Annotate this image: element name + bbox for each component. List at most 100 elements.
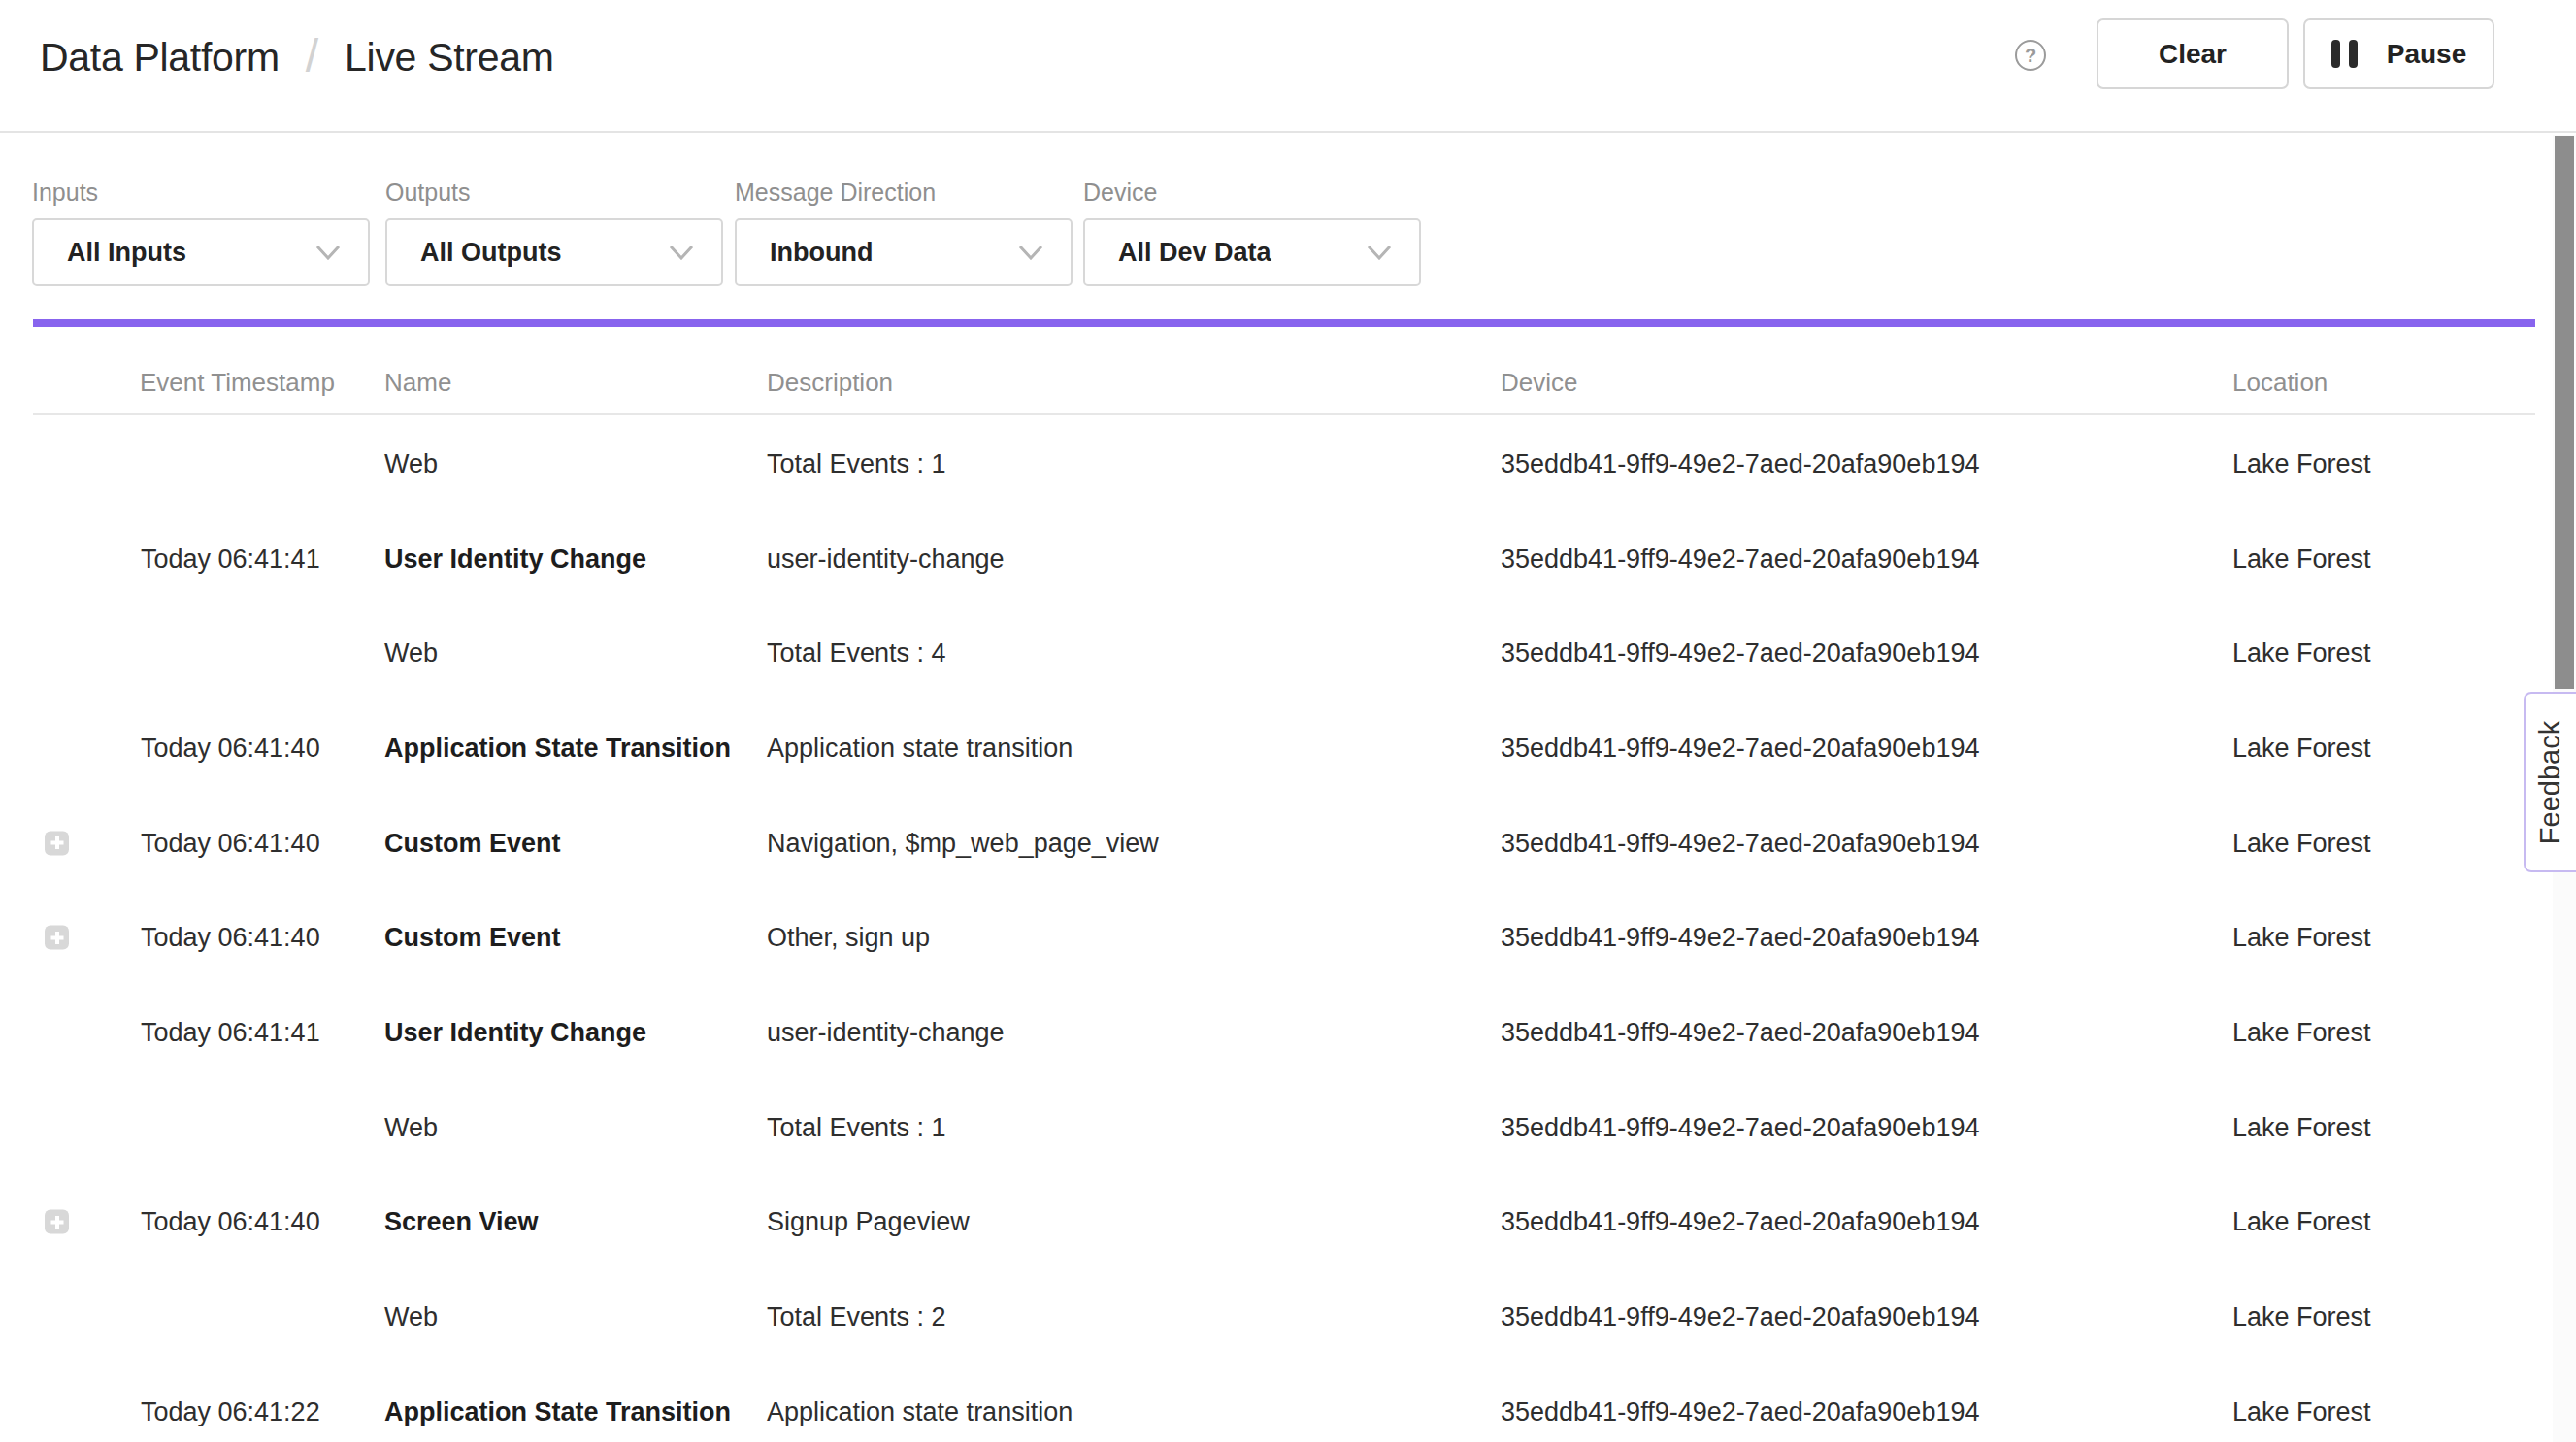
- clear-button[interactable]: Clear: [2097, 18, 2289, 89]
- breadcrumb-data-platform[interactable]: Data Platform: [40, 35, 280, 81]
- cell-name: Application State Transition: [384, 1396, 731, 1426]
- help-icon[interactable]: ?: [2015, 40, 2046, 71]
- column-header-event-timestamp: Event Timestamp: [140, 368, 335, 398]
- cell-location: Lake Forest: [2232, 923, 2371, 953]
- cell-timestamp: Today 06:41:40: [141, 733, 320, 763]
- table-row: Today 06:41:41 User Identity Change user-i…: [0, 511, 2576, 606]
- cell-timestamp: Today 06:41:40: [141, 1207, 320, 1237]
- cell-device: 35eddb41-9ff9-49e2-7aed-20afa90eb194: [1501, 448, 1979, 478]
- cell-description: user-identity-change: [767, 543, 1005, 574]
- accent-bar: [33, 319, 2535, 327]
- breadcrumb: Data Platform / Live Stream: [40, 0, 554, 115]
- cell-location: Lake Forest: [2232, 1017, 2371, 1047]
- cell-description: user-identity-change: [767, 1017, 1005, 1047]
- feedback-tab-label: Feedback: [2535, 720, 2567, 843]
- breadcrumb-separator: /: [306, 29, 318, 82]
- filter-label-device: Device: [1083, 179, 1157, 207]
- table-row: Web Total Events : 2 35eddb41-9ff9-49e2-7a…: [0, 1269, 2576, 1364]
- cell-name: Custom Event: [384, 923, 561, 953]
- feedback-tab[interactable]: Feedback: [2524, 692, 2576, 872]
- chevron-down-icon: [315, 245, 341, 260]
- filter-dropdown-outputs[interactable]: All Outputs: [385, 218, 723, 286]
- cell-location: Lake Forest: [2232, 1302, 2371, 1332]
- column-header-location: Location: [2232, 368, 2328, 398]
- cell-location: Lake Forest: [2232, 448, 2371, 478]
- table-row: Today 06:41:22 Application State Transiti…: [0, 1364, 2576, 1442]
- column-header-device: Device: [1501, 368, 1577, 398]
- filter-value: All Dev Data: [1118, 238, 1367, 268]
- filter-dropdown-inputs[interactable]: All Inputs: [32, 218, 370, 286]
- cell-device: 35eddb41-9ff9-49e2-7aed-20afa90eb194: [1501, 1302, 1979, 1332]
- table-row: Today 06:41:40 Custom Event Navigation, $m…: [0, 796, 2576, 891]
- cell-description: Total Events : 1: [767, 448, 946, 478]
- cell-name: Web: [384, 1112, 438, 1142]
- table-row: Today 06:41:40 Application State Transiti…: [0, 701, 2576, 796]
- table-row: WebTotal Events : 435eddb41-9ff9-49e2-7a…: [0, 606, 2576, 701]
- cell-device: 35eddb41-9ff9-49e2-7aed-20afa90eb194: [1501, 1207, 1979, 1237]
- cell-location: Lake Forest: [2232, 1396, 2371, 1426]
- cell-name: Web: [384, 448, 438, 478]
- cell-location: Lake Forest: [2232, 639, 2371, 669]
- table-row: Web Total Events : 1 35eddb41-9ff9-49e2-7a…: [0, 416, 2576, 511]
- filter-value: Inbound: [770, 238, 1018, 268]
- filter-value: All Outputs: [420, 238, 669, 268]
- cell-description: Navigation, $mp_web_page_view: [767, 828, 1159, 858]
- cell-device: 35eddb41-9ff9-49e2-7aed-20afa90eb194: [1501, 828, 1979, 858]
- cell-name: User Identity Change: [384, 1017, 646, 1047]
- cell-description: Signup Pageview: [767, 1207, 970, 1237]
- expand-plus-icon[interactable]: [45, 926, 69, 950]
- page-header: Data Platform / Live Stream ? Clear Paus…: [0, 0, 2576, 133]
- cell-location: Lake Forest: [2232, 1207, 2371, 1237]
- cell-device: 35eddb41-9ff9-49e2-7aed-20afa90eb194: [1501, 733, 1979, 763]
- cell-timestamp: Today 06:41:22: [141, 1396, 320, 1426]
- cell-timestamp: Today 06:41:41: [141, 543, 320, 574]
- cell-name: Screen View: [384, 1207, 539, 1237]
- cell-description: Application state transition: [767, 1396, 1073, 1426]
- chevron-down-icon: [1367, 245, 1392, 260]
- column-header-description: Description: [767, 368, 893, 398]
- cell-description: Application state transition: [767, 733, 1073, 763]
- expand-plus-icon[interactable]: [45, 1210, 69, 1234]
- cell-device: 35eddb41-9ff9-49e2-7aed-20afa90eb194: [1501, 923, 1979, 953]
- cell-timestamp: Today 06:41:40: [141, 923, 320, 953]
- cell-location: Lake Forest: [2232, 543, 2371, 574]
- pause-icon: [2331, 40, 2358, 68]
- cell-timestamp: Today 06:41:41: [141, 1017, 320, 1047]
- expand-plus-icon[interactable]: [45, 831, 69, 855]
- chevron-down-icon: [669, 245, 694, 260]
- table-row: Today 06:41:40 Custom Event Other, sign up…: [0, 890, 2576, 985]
- page-title: Live Stream: [345, 35, 553, 81]
- scrollbar-thumb[interactable]: [2555, 136, 2574, 689]
- table-row: Today 06:41:40 Screen View Signup Pageview…: [0, 1175, 2576, 1270]
- cell-device: 35eddb41-9ff9-49e2-7aed-20afa90eb194: [1501, 1396, 1979, 1426]
- cell-description: Other, sign up: [767, 923, 930, 953]
- event-table: Web Total Events : 1 35eddb41-9ff9-49e2-7a…: [0, 416, 2576, 1442]
- pause-button[interactable]: Pause: [2303, 18, 2494, 89]
- table-row: WebTotal Events : 135eddb41-9ff9-49e2-7a…: [0, 1080, 2576, 1175]
- clear-button-label: Clear: [2159, 39, 2227, 70]
- pause-button-label: Pause: [2387, 39, 2467, 70]
- cell-name: Custom Event: [384, 828, 561, 858]
- cell-location: Lake Forest: [2232, 1112, 2371, 1142]
- filter-dropdown-message-direction[interactable]: Inbound: [735, 218, 1073, 286]
- filter-value: All Inputs: [67, 238, 315, 268]
- cell-name: User Identity Change: [384, 543, 646, 574]
- table-header-divider: [33, 413, 2535, 415]
- cell-device: 35eddb41-9ff9-49e2-7aed-20afa90eb194: [1501, 543, 1979, 574]
- filter-dropdown-device[interactable]: All Dev Data: [1083, 218, 1421, 286]
- cell-description: Total Events : 2: [767, 1302, 946, 1332]
- cell-description: Total Events : 1: [767, 1112, 946, 1142]
- cell-device: 35eddb41-9ff9-49e2-7aed-20afa90eb194: [1501, 1017, 1979, 1047]
- filter-label-outputs: Outputs: [385, 179, 471, 207]
- cell-location: Lake Forest: [2232, 733, 2371, 763]
- chevron-down-icon: [1018, 245, 1043, 260]
- cell-timestamp: Today 06:41:40: [141, 828, 320, 858]
- column-header-name: Name: [384, 368, 451, 398]
- filter-label-message-direction: Message Direction: [735, 179, 936, 207]
- filter-label-inputs: Inputs: [32, 179, 98, 207]
- cell-name: Web: [384, 639, 438, 669]
- cell-device: 35eddb41-9ff9-49e2-7aed-20afa90eb194: [1501, 639, 1979, 669]
- cell-name: Web: [384, 1302, 438, 1332]
- table-row: Today 06:41:41 User Identity Change user-i…: [0, 985, 2576, 1080]
- cell-name: Application State Transition: [384, 733, 731, 763]
